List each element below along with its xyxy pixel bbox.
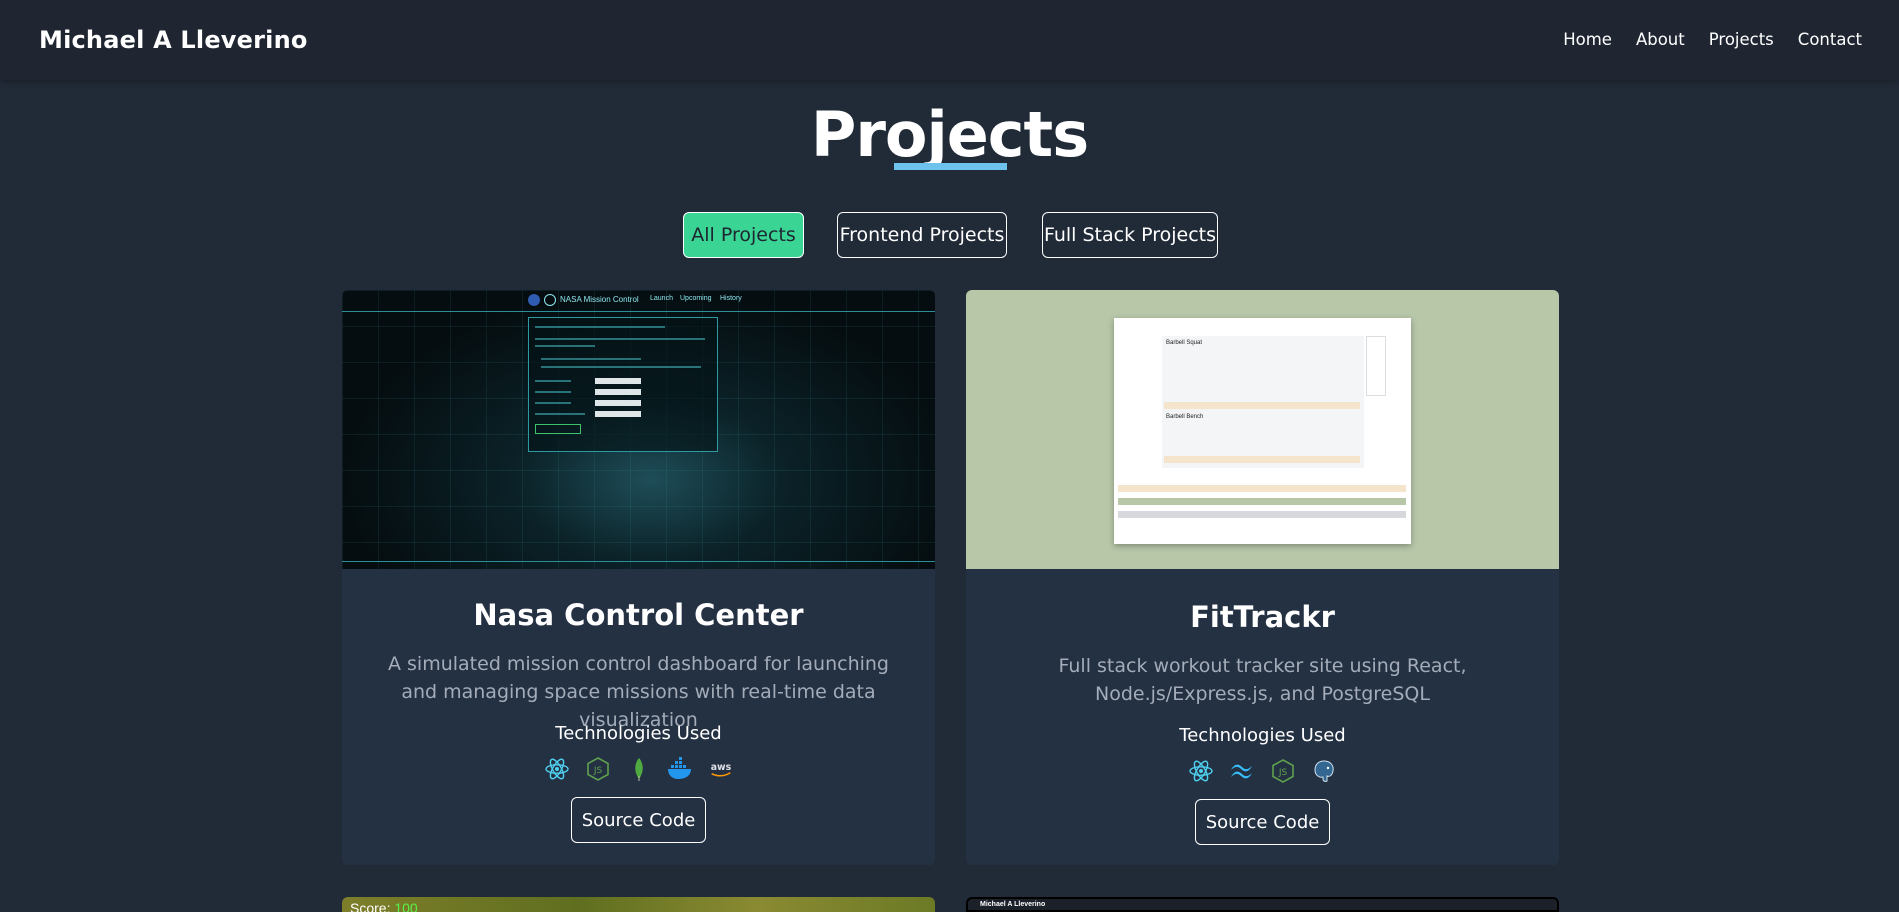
exercise-menu xyxy=(1366,336,1386,396)
form-label-line xyxy=(535,402,571,404)
project-card-nasa: NASA Mission Control Launch Upcoming His… xyxy=(342,290,935,865)
nav-contact-link[interactable]: Contact xyxy=(1798,30,1862,49)
nav-home-link[interactable]: Home xyxy=(1563,30,1612,49)
add-exercise-bar xyxy=(1118,485,1406,492)
project-title: FitTrackr xyxy=(1190,600,1335,634)
project-card-game-peek: Score: 100 xyxy=(342,897,935,912)
svg-text:JS: JS xyxy=(1278,768,1288,778)
page-title: Projects xyxy=(810,98,1089,171)
form-input xyxy=(595,411,641,417)
svg-text:aws: aws xyxy=(710,762,731,773)
mongodb-icon xyxy=(625,755,653,783)
project-description: A simulated mission control dashboard fo… xyxy=(388,653,889,731)
form-label-line xyxy=(535,391,571,393)
exercise-panel: Barbell Bench xyxy=(1162,410,1364,468)
navbar: Michael A Lleverino Home About Projects … xyxy=(0,0,1899,80)
project-card-fittrackr: Barbell Squat Barbell Bench FitTrackr Fu… xyxy=(966,290,1559,865)
source-code-button[interactable]: Source Code xyxy=(1195,799,1330,845)
filter-frontend-projects-button[interactable]: Frontend Projects xyxy=(837,212,1007,258)
nav-about-link[interactable]: About xyxy=(1636,30,1685,49)
tailwind-icon xyxy=(1228,757,1256,785)
technologies-label: Technologies Used xyxy=(1179,725,1346,746)
postgresql-icon xyxy=(1310,757,1338,785)
form-text-line xyxy=(535,345,595,347)
project-screenshot-fittrackr: Barbell Squat Barbell Bench xyxy=(966,290,1559,569)
title-underline xyxy=(894,163,1007,170)
form-label-line xyxy=(535,380,571,382)
nodejs-icon: JS xyxy=(1269,757,1297,785)
form-text-line xyxy=(541,366,701,368)
screenshot-launch-form xyxy=(528,317,718,452)
project-card-portfolio-peek: Michael A Lleverino xyxy=(966,897,1559,912)
screenshot-nav-upcoming: Upcoming xyxy=(680,295,712,302)
peek-site-brand: Michael A Lleverino xyxy=(980,901,1046,908)
screenshot-app-title: NASA Mission Control xyxy=(560,295,639,304)
project-description: Full stack workout tracker site using Re… xyxy=(1058,655,1467,705)
technologies-label: Technologies Used xyxy=(555,723,722,744)
exercise-name: Barbell Squat xyxy=(1166,340,1203,346)
game-score: Score: 100 xyxy=(350,900,418,912)
screenshot-nav-history: History xyxy=(720,295,742,302)
project-title: Nasa Control Center xyxy=(473,598,804,632)
globe-icon xyxy=(544,294,556,306)
filter-full-stack-projects-button[interactable]: Full Stack Projects xyxy=(1042,212,1218,258)
exercise-panel: Barbell Squat xyxy=(1162,336,1364,412)
svg-text:JS: JS xyxy=(592,766,602,776)
nodejs-icon: JS xyxy=(584,755,612,783)
screenshot-window: Barbell Squat Barbell Bench xyxy=(1114,318,1411,544)
form-input xyxy=(595,400,641,406)
form-launch-button xyxy=(535,424,581,434)
form-text-line xyxy=(535,338,705,340)
screenshot-app-bar: NASA Mission Control Launch Upcoming His… xyxy=(342,290,935,312)
return-workouts-bar xyxy=(1118,511,1406,518)
project-screenshot-nasa: NASA Mission Control Launch Upcoming His… xyxy=(342,290,935,569)
exercise-name: Barbell Bench xyxy=(1166,414,1204,420)
tech-icon-list: JS aws xyxy=(342,755,935,783)
form-input xyxy=(595,389,641,395)
game-score-label: Score: xyxy=(350,900,391,912)
form-input xyxy=(595,378,641,384)
screenshot-nav-launch: Launch xyxy=(650,295,673,302)
react-icon xyxy=(1187,757,1215,785)
docker-icon xyxy=(666,755,694,783)
form-label-line xyxy=(535,413,585,415)
tech-icon-list: JS xyxy=(966,757,1559,785)
form-text-line xyxy=(541,358,641,360)
react-icon xyxy=(543,755,571,783)
finish-workout-bar xyxy=(1118,498,1406,505)
source-code-button[interactable]: Source Code xyxy=(571,797,706,843)
nav-projects-link[interactable]: Projects xyxy=(1709,30,1774,49)
screenshot-footer xyxy=(342,561,935,569)
add-set-bar xyxy=(1164,402,1360,409)
add-set-bar xyxy=(1164,456,1360,463)
nasa-logo-icon xyxy=(528,294,540,306)
site-brand[interactable]: Michael A Lleverino xyxy=(39,26,308,54)
form-text-line xyxy=(535,326,665,328)
aws-icon: aws xyxy=(707,755,735,783)
game-score-value: 100 xyxy=(394,900,418,912)
main-nav: Home About Projects Contact xyxy=(1563,30,1862,49)
filter-all-projects-button[interactable]: All Projects xyxy=(683,212,804,258)
